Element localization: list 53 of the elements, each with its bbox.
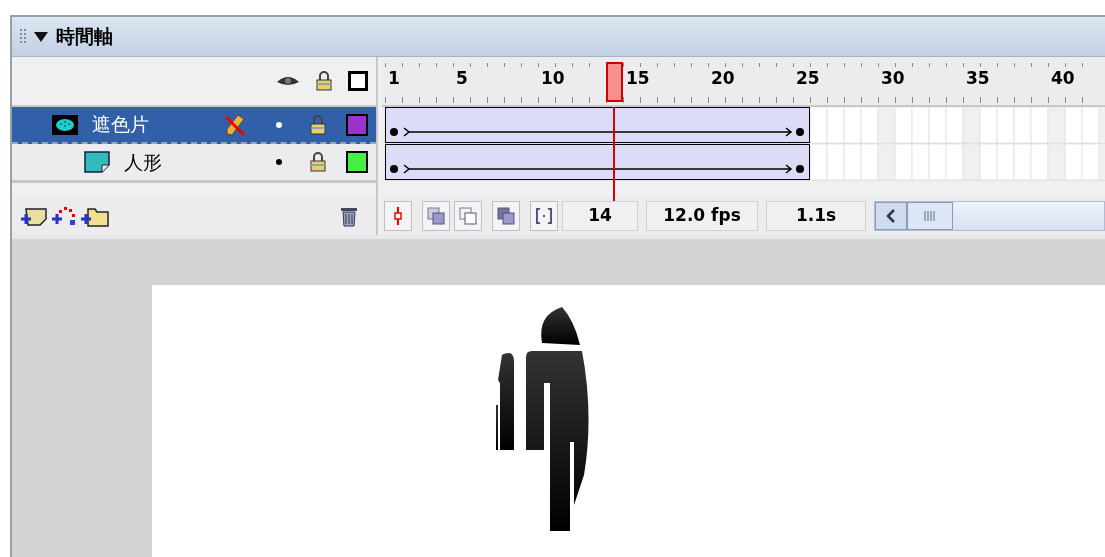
panel-title: 時間軸 bbox=[56, 24, 113, 50]
frame-number: 25 bbox=[796, 70, 820, 87]
trash-icon[interactable] bbox=[338, 205, 360, 227]
elapsed-time: 1.1s bbox=[766, 201, 866, 231]
dot-icon[interactable] bbox=[275, 158, 283, 166]
layer-color-swatch[interactable] bbox=[346, 151, 368, 173]
onion-outline-icon bbox=[459, 207, 477, 225]
edit-multiple-frames-button[interactable] bbox=[492, 201, 520, 231]
frame-number: 20 bbox=[711, 70, 735, 87]
current-frame: 14 bbox=[562, 201, 638, 231]
add-layer-icon[interactable] bbox=[20, 205, 48, 227]
playhead-marker[interactable] bbox=[606, 62, 623, 102]
motion-tween-span[interactable] bbox=[385, 107, 810, 143]
chevron-left-icon bbox=[886, 209, 896, 223]
edit-frames-icon bbox=[497, 207, 515, 225]
grip-icon bbox=[20, 28, 26, 45]
lock-icon[interactable] bbox=[310, 114, 326, 135]
frame-number: 5 bbox=[456, 70, 468, 87]
frame-number: 35 bbox=[966, 70, 990, 87]
frame-number: 10 bbox=[541, 70, 565, 87]
outline-square-icon[interactable] bbox=[348, 71, 368, 91]
center-frame-button[interactable] bbox=[384, 201, 412, 231]
scroll-thumb[interactable] bbox=[907, 202, 953, 230]
lock-icon[interactable] bbox=[316, 71, 332, 91]
pencil-disabled-icon bbox=[224, 112, 246, 137]
dot-icon[interactable] bbox=[275, 120, 283, 129]
grip-icon bbox=[924, 211, 936, 221]
layer-name: 遮色片 bbox=[92, 112, 149, 138]
frame-number: 30 bbox=[881, 70, 905, 87]
lock-icon[interactable] bbox=[310, 152, 326, 172]
layer-color-swatch[interactable] bbox=[346, 113, 368, 136]
masked-layer-icon bbox=[84, 151, 110, 173]
frame-ruler[interactable]: 1 5 10 15 20 25 30 35 40 bbox=[382, 57, 1105, 107]
mask-layer-icon bbox=[52, 114, 78, 135]
add-folder-icon[interactable] bbox=[80, 205, 110, 227]
scroll-left-button[interactable] bbox=[875, 202, 907, 230]
frame-rate: 12.0 fps bbox=[646, 201, 758, 231]
onion-skin-icon bbox=[427, 207, 445, 225]
add-guide-layer-icon[interactable] bbox=[50, 205, 78, 227]
playhead-icon bbox=[394, 207, 402, 225]
frame-number: 40 bbox=[1051, 70, 1075, 87]
layer-row[interactable]: 遮色片 bbox=[12, 107, 376, 144]
bracket-icon bbox=[535, 207, 553, 225]
onion-markers-button[interactable] bbox=[530, 201, 558, 231]
collapse-toggle-icon[interactable] bbox=[34, 30, 48, 43]
onion-skin-button[interactable] bbox=[422, 201, 450, 231]
frame-number: 15 bbox=[626, 70, 650, 87]
frame-number: 1 bbox=[388, 70, 400, 87]
motion-tween-span[interactable] bbox=[385, 144, 810, 180]
horizontal-scrollbar[interactable] bbox=[874, 201, 1105, 231]
layer-name: 人形 bbox=[124, 149, 162, 175]
layer-row[interactable]: 人形 bbox=[12, 144, 376, 181]
eye-icon[interactable] bbox=[276, 74, 300, 88]
